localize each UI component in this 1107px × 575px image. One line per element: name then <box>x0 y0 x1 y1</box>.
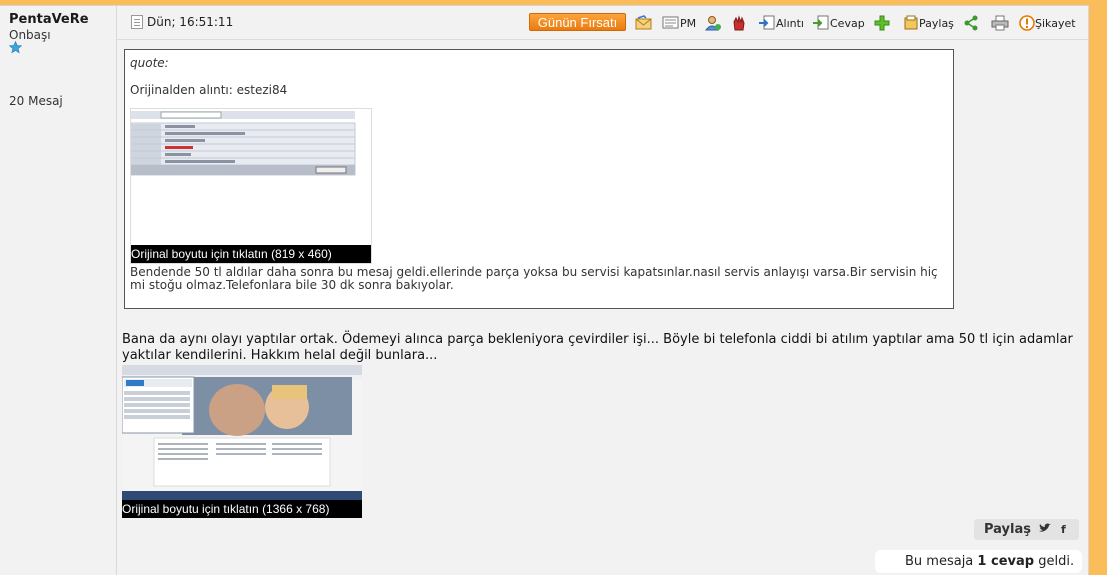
report-button[interactable]: Şikayet <box>1019 14 1076 32</box>
reply-label: Cevap <box>830 16 865 30</box>
user-message-count: 20 Mesaj <box>9 94 63 108</box>
user-sidebar: PentaVeRe Onbaşı 20 Mesaj <box>0 6 117 575</box>
social-share-button[interactable] <box>963 14 979 32</box>
reply-count[interactable]: 1 cevap <box>977 554 1034 569</box>
social-share-label: Paylaş <box>984 522 1031 537</box>
share-label: Paylaş <box>919 16 954 30</box>
block-hand-icon <box>733 15 745 31</box>
pm-label: PM <box>680 16 697 30</box>
quote-icon <box>759 15 775 30</box>
username-link[interactable]: PentaVeRe <box>9 12 89 27</box>
warning-icon <box>1019 15 1035 31</box>
twitter-icon[interactable] <box>1039 519 1051 540</box>
reply-count-prefix: Bu mesaja <box>905 554 974 569</box>
print-icon <box>991 15 1009 31</box>
deal-of-the-day-button[interactable]: Günün Fırsatı <box>529 13 626 31</box>
quote-block: quote: Orijinalden alıntı: estezi84 Orij… <box>124 49 954 309</box>
reply-icon <box>813 15 829 30</box>
star-icon <box>9 41 22 54</box>
envelope-icon <box>635 15 652 30</box>
facebook-icon[interactable]: f <box>1061 519 1066 540</box>
form-screenshot-image <box>130 109 371 245</box>
plus-icon <box>874 15 890 31</box>
post-image-thumbnail[interactable]: Orijinal boyutu için tıklatın (1366 x 76… <box>122 365 362 518</box>
reply-count-notice[interactable]: Bu mesaja 1 cevap geldi. <box>875 550 1082 573</box>
pm-button[interactable]: PM <box>662 14 696 32</box>
post-text: Bana da aynı olayı yaptılar ortak. Ödeme… <box>122 332 1073 363</box>
add-contact-icon <box>705 16 721 31</box>
user-rank: Onbaşı <box>9 28 51 42</box>
post-image-caption[interactable]: Orijinal boyutu için tıklatın (1366 x 76… <box>122 500 362 518</box>
quote-text: Bendende 50 tl aldılar daha sonra bu mes… <box>130 265 938 292</box>
quote-label: Alıntı <box>776 16 804 30</box>
add-contact-button[interactable] <box>705 14 721 32</box>
quote-header: quote: <box>130 56 169 70</box>
social-share-bar[interactable]: Paylaş f <box>974 519 1079 540</box>
reply-count-suffix: geldi. <box>1038 554 1075 569</box>
post-toolbar: Dün; 16:51:11 Günün Fırsatı PM Alıntı Ce… <box>117 6 1088 40</box>
quoted-image-thumbnail[interactable]: Orijinal boyutu için tıklatın (819 x 460… <box>130 108 372 264</box>
email-button[interactable] <box>635 14 653 32</box>
block-user-button[interactable] <box>731 14 747 32</box>
browser-screenshot-image <box>122 365 362 500</box>
reply-button[interactable]: Cevap <box>812 14 865 32</box>
share-link-button[interactable]: Paylaş <box>903 14 954 32</box>
post-date-text: Dün; 16:51:11 <box>147 15 234 29</box>
document-icon <box>131 15 143 29</box>
add-button[interactable] <box>874 14 890 32</box>
bookmark-share-icon <box>904 15 918 30</box>
quote-button[interactable]: Alıntı <box>758 14 804 32</box>
quoted-image-caption[interactable]: Orijinal boyutu için tıklatın (819 x 460… <box>131 245 371 263</box>
quote-source: Orijinalden alıntı: estezi84 <box>130 83 288 97</box>
print-button[interactable] <box>991 14 1009 32</box>
share-icon <box>964 15 978 31</box>
message-icon <box>662 16 679 29</box>
report-label: Şikayet <box>1035 16 1076 30</box>
post-date: Dün; 16:51:11 <box>131 15 233 29</box>
post-container: PentaVeRe Onbaşı 20 Mesaj Dün; 16:51:11 … <box>0 5 1089 575</box>
